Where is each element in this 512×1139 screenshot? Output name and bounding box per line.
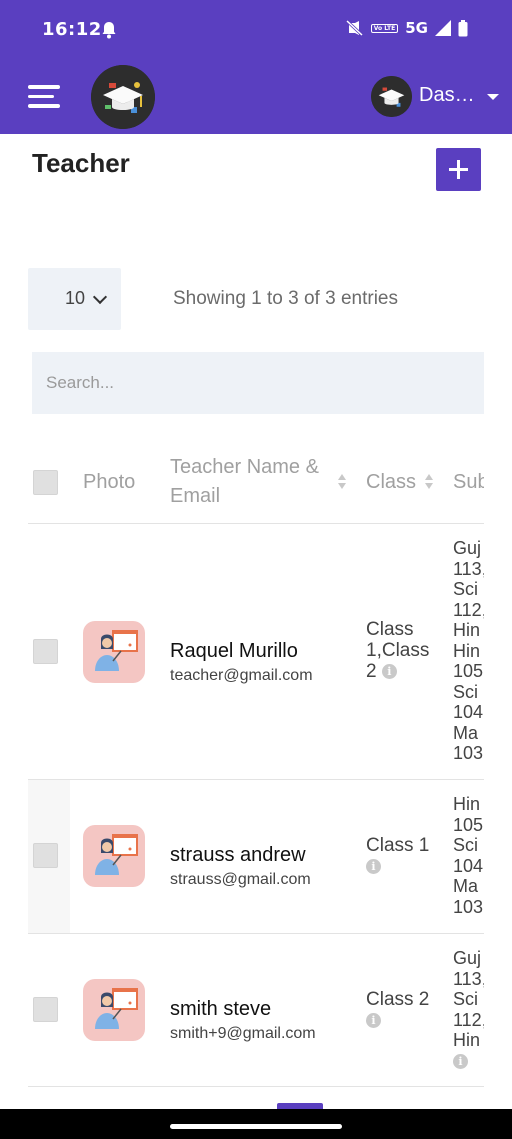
chevron-down-icon (92, 289, 108, 305)
teacher-photo (83, 979, 145, 1041)
bell-icon (102, 22, 116, 39)
teacher-subjects: Hin 105 Sci 104 Ma 103 (453, 794, 484, 917)
user-avatar[interactable] (371, 76, 412, 117)
teacher-name: smith steve (170, 998, 272, 1020)
class-list: Class 1 (366, 835, 430, 856)
school-logo[interactable] (91, 65, 155, 129)
search-input[interactable] (32, 352, 484, 414)
teacher-classes: Class 2 i (366, 989, 438, 1031)
teacher-name: Raquel Murillo (170, 640, 298, 662)
info-icon[interactable]: i (366, 859, 381, 875)
table-info: Showing 1 to 3 of 3 entries (173, 288, 398, 309)
info-icon[interactable]: i (453, 1054, 468, 1070)
add-teacher-button[interactable] (436, 148, 481, 191)
subject-list: Guj 113, Sci 112, Hin (453, 948, 484, 1050)
table-row[interactable]: smith steve smith+9@gmail.com Class 2 i … (28, 934, 484, 1087)
signal-icon (435, 20, 451, 36)
status-icons: Vo LTE 5G (345, 19, 468, 37)
column-header-name[interactable]: Teacher Name & Email (170, 453, 350, 511)
teacher-table: Photo Teacher Name & Email Class Subject… (28, 440, 484, 1088)
teacher-photo (83, 621, 145, 683)
page-length-select[interactable]: 10 (28, 268, 121, 330)
class-list: Class 1,Class 2 (366, 619, 430, 682)
row-checkbox[interactable] (33, 843, 58, 868)
teacher-email: teacher@gmail.com (170, 667, 313, 684)
page-title: Teacher (32, 148, 130, 178)
info-icon[interactable]: i (366, 1013, 381, 1029)
class-list: Class 2 (366, 989, 430, 1010)
table-row[interactable]: Raquel Murillo teacher@gmail.com Class 1… (28, 524, 484, 780)
column-header-subject[interactable]: Subject (453, 468, 484, 497)
teacher-avatar-icon (95, 630, 138, 671)
teacher-email: strauss@gmail.com (170, 871, 311, 888)
teacher-avatar-icon (95, 988, 138, 1029)
app-bar: Dashboard (0, 60, 512, 134)
row-checkbox[interactable] (33, 997, 58, 1022)
teacher-name: strauss andrew (170, 844, 306, 866)
teacher-email: smith+9@gmail.com (170, 1025, 316, 1042)
page-length-value: 10 (65, 288, 86, 308)
column-header-class[interactable]: Class (366, 468, 416, 497)
teacher-subjects: Guj 113, Sci 112, Hin i (453, 948, 484, 1071)
teacher-photo (83, 825, 145, 887)
status-time: 16:12 (42, 19, 102, 40)
teacher-classes: Class 1 i (366, 835, 438, 877)
teacher-subjects: Guj 113, Sci 112, Hin Hin 105 Sci 104 Ma… (453, 538, 484, 763)
battery-icon (458, 19, 468, 36)
row-checkbox[interactable] (33, 639, 58, 664)
dropdown-caret-icon[interactable] (487, 94, 499, 100)
sort-icon[interactable] (338, 474, 346, 490)
teacher-avatar-icon (95, 834, 138, 875)
table-header: Photo Teacher Name & Email Class Subject (28, 440, 484, 524)
graduation-cap-icon (371, 76, 412, 117)
column-header-photo: Photo (83, 471, 136, 493)
menu-icon[interactable] (28, 85, 60, 109)
home-gesture-handle[interactable] (170, 1124, 342, 1129)
graduation-cap-icon (91, 65, 155, 129)
table-row[interactable]: strauss andrew strauss@gmail.com Class 1… (28, 780, 484, 934)
teacher-classes: Class 1,Class 2 i (366, 619, 438, 682)
user-menu-label[interactable]: Dashboard (419, 84, 477, 107)
network-label: 5G (405, 19, 428, 37)
info-icon[interactable]: i (381, 664, 397, 680)
mute-vibrate-icon (345, 20, 363, 36)
sort-icon[interactable] (425, 474, 433, 490)
volte-icon: Vo LTE (370, 23, 399, 33)
system-navigation-bar (0, 1109, 512, 1139)
select-all-checkbox[interactable] (33, 470, 58, 495)
status-bar: 16:12 Vo LTE 5G (0, 0, 512, 60)
